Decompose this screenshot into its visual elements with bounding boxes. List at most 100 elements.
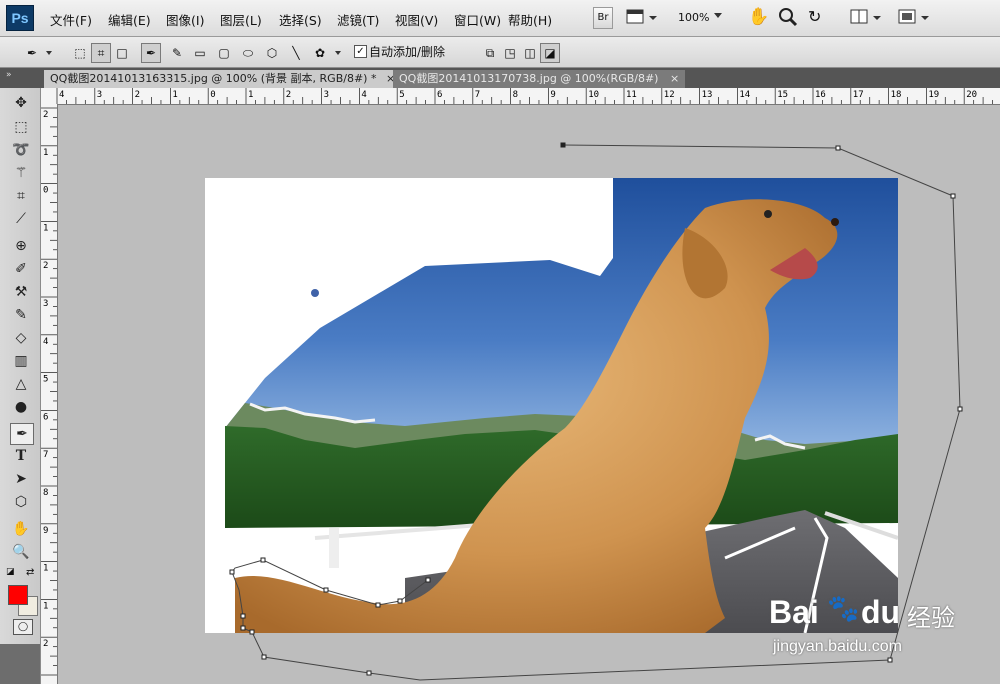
screen-mode-button[interactable] — [898, 8, 932, 26]
history-brush-icon[interactable]: ✎ — [10, 305, 32, 325]
menu-edit[interactable]: 编辑(E) — [108, 10, 151, 29]
toolbox-bottom — [0, 644, 40, 684]
menu-file[interactable]: 文件(F) — [50, 10, 92, 29]
collapse-panel-icon[interactable]: » — [6, 70, 12, 80]
rectangle-shape-icon[interactable]: ▭ — [190, 43, 210, 63]
tab-document-1[interactable]: QQ截图20141013163315.jpg @ 100% (背景 副本, RG… — [44, 70, 402, 88]
menu-select[interactable]: 选择(S) — [279, 10, 322, 29]
shape-layers-icon[interactable]: ⬚ — [70, 43, 90, 63]
fill-pixels-icon[interactable]: □ — [112, 43, 132, 63]
pen-option-icon[interactable]: ✒ — [141, 43, 161, 63]
ellipse-icon[interactable]: ⬭ — [238, 43, 258, 63]
freeform-pen-icon[interactable]: ✎ — [167, 43, 187, 63]
crop-icon[interactable]: ⌗ — [10, 186, 32, 206]
menu-bar: Ps 文件(F) 编辑(E) 图像(I) 图层(L) 选择(S) 滤镜(T) 视… — [0, 0, 1000, 37]
ruler-label: 9 — [43, 526, 48, 536]
default-colors-icon[interactable]: ◪ — [6, 567, 15, 577]
ruler-label: 18 — [891, 90, 902, 100]
combine-shape-icon[interactable]: ⧉ — [480, 43, 500, 63]
ruler-label: 0 — [210, 90, 215, 100]
baidu-watermark: Bai 🐾 du 经验 jingyan.baidu.com — [765, 580, 995, 660]
app-logo: Ps — [6, 5, 34, 31]
ruler-label: 13 — [702, 90, 713, 100]
swap-colors-icon[interactable]: ⇄ — [26, 567, 34, 578]
foreground-color-swatch[interactable] — [8, 585, 28, 605]
ruler-label: 7 — [43, 450, 48, 460]
ruler-label: 1 — [43, 564, 48, 574]
dodge-icon[interactable]: ● — [10, 397, 32, 417]
line-icon[interactable]: ╲ — [286, 43, 306, 63]
rect-marquee-icon[interactable]: ⬚ — [10, 117, 32, 137]
ruler-label: 2 — [43, 110, 48, 120]
arrange-documents-button[interactable] — [850, 8, 884, 26]
rotate-view-icon[interactable]: ↻ — [808, 7, 830, 29]
exclude-shape-icon[interactable]: ◪ — [540, 43, 560, 63]
ruler-label: 2 — [43, 261, 48, 271]
tab-document-2[interactable]: QQ截图20141013170738.jpg @ 100%(RGB/8#) × — [393, 70, 686, 88]
ruler-label: 6 — [43, 412, 48, 422]
ruler-label: 3 — [43, 299, 48, 309]
ruler-label: 4 — [59, 90, 64, 100]
polygon-icon[interactable]: ⬡ — [262, 43, 282, 63]
move-tool-icon[interactable]: ✥ — [10, 93, 32, 113]
zoom-level[interactable]: 100% — [678, 11, 709, 24]
menu-help[interactable]: 帮助(H) — [508, 10, 552, 29]
quick-mask-icon[interactable]: ◯ — [13, 619, 33, 635]
rounded-rect-icon[interactable]: ▢ — [214, 43, 234, 63]
menu-window[interactable]: 窗口(W) — [454, 10, 501, 29]
screen-layout-button[interactable] — [626, 8, 660, 26]
pen-tool-icon[interactable]: ✒ — [10, 423, 34, 445]
hand-tool-icon[interactable]: ✋ — [748, 7, 770, 29]
vertical-ruler: 2 1 0 1 2 3 4 5 6 7 8 9 1 1 2 — [41, 104, 58, 684]
hand-icon[interactable]: ✋ — [10, 519, 32, 539]
paths-mode-icon[interactable]: ⌗ — [91, 43, 111, 63]
magic-wand-icon[interactable]: ⚚ — [10, 163, 32, 183]
type-tool-icon[interactable]: T — [10, 446, 32, 466]
eraser-icon[interactable]: ◇ — [10, 328, 32, 348]
gradient-icon[interactable]: ▥ — [10, 351, 32, 371]
intersect-shape-icon[interactable]: ◫ — [520, 43, 540, 63]
lasso-icon[interactable]: ➰ — [10, 140, 32, 160]
ruler-label: 20 — [966, 90, 977, 100]
zoom-tool-icon[interactable] — [778, 7, 800, 29]
menu-view[interactable]: 视图(V) — [395, 10, 438, 29]
path-select-icon[interactable]: ➤ — [10, 469, 32, 489]
watermark-brand-2: du — [861, 594, 901, 630]
tab-close-icon[interactable]: × — [670, 72, 679, 85]
ruler-label: 5 — [399, 90, 404, 100]
document-canvas[interactable] — [205, 178, 898, 633]
eyedropper-icon[interactable]: ⟋ — [10, 209, 32, 229]
ruler-label: 3 — [97, 90, 102, 100]
healing-brush-icon[interactable]: ⊕ — [10, 236, 32, 256]
document-tabs: » QQ截图20141013163315.jpg @ 100% (背景 副本, … — [0, 68, 1000, 88]
auto-add-checkbox[interactable]: ✓ — [354, 45, 367, 58]
shape-tool-icon[interactable]: ⬡ — [10, 492, 32, 512]
menu-filter[interactable]: 滤镜(T) — [337, 10, 379, 29]
tool-preset-pen-icon[interactable]: ✒ — [22, 43, 42, 63]
zoom-dropdown-icon[interactable] — [714, 13, 722, 18]
ruler-label: 4 — [361, 90, 366, 100]
menu-layer[interactable]: 图层(L) — [220, 10, 262, 29]
ruler-label: 2 — [135, 90, 140, 100]
custom-shape-icon[interactable]: ✿ — [310, 43, 330, 63]
watermark-brand: Bai — [769, 594, 819, 630]
ruler-label: 1 — [248, 90, 253, 100]
ruler-label: 4 — [43, 337, 48, 347]
menu-image[interactable]: 图像(I) — [166, 10, 204, 29]
ruler-label: 19 — [928, 90, 939, 100]
ruler-label: 1 — [172, 90, 177, 100]
subtract-shape-icon[interactable]: ◳ — [500, 43, 520, 63]
custom-shape-dropdown-icon[interactable] — [335, 51, 341, 55]
ruler-label: 9 — [550, 90, 555, 100]
brush-icon[interactable]: ✐ — [10, 259, 32, 279]
clone-stamp-icon[interactable]: ⚒ — [10, 282, 32, 302]
ruler-label: 1 — [43, 148, 48, 158]
bridge-button[interactable]: Br — [593, 7, 613, 29]
watermark-url: jingyan.baidu.com — [773, 638, 902, 655]
ruler-label: 7 — [475, 90, 480, 100]
preset-dropdown-icon[interactable] — [46, 51, 52, 55]
options-bar: ✒ ⬚ ⌗ □ ✒ ✎ ▭ ▢ ⬭ ⬡ ╲ ✿ ✓ 自动添加/删除 ⧉ ◳ ◫ … — [0, 37, 1000, 68]
zoom-icon[interactable]: 🔍 — [10, 542, 32, 562]
ruler-label: 2 — [43, 639, 48, 649]
blur-icon[interactable]: △ — [10, 374, 32, 394]
